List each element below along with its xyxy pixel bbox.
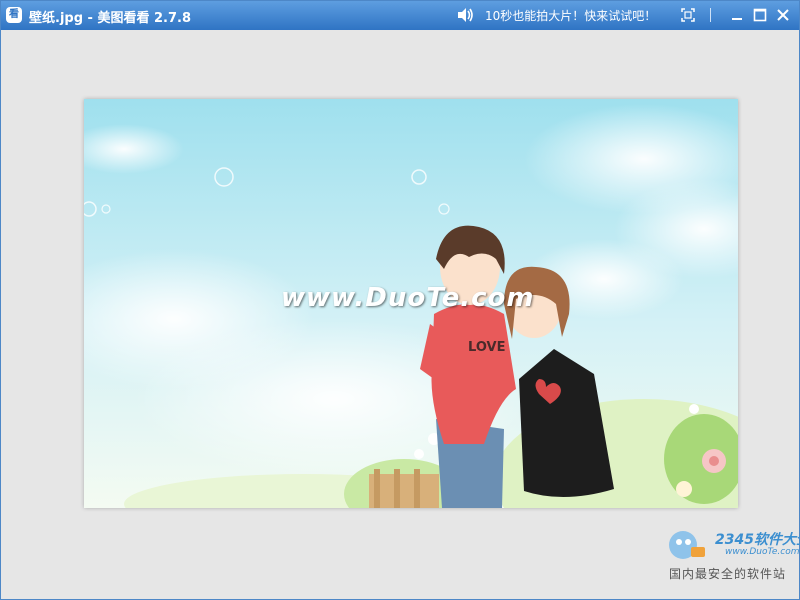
- minimize-icon[interactable]: [729, 7, 745, 23]
- brand-slogan: 国内最安全的软件站: [669, 567, 787, 581]
- speaker-icon[interactable]: [456, 6, 474, 24]
- app-icon: 看: [6, 7, 22, 23]
- maximize-icon[interactable]: [752, 7, 768, 23]
- title-separator: [710, 8, 711, 22]
- wallpaper-image[interactable]: www.DuoTe.com LOVE: [84, 99, 738, 508]
- site-logo-overlay: 2345软件大全 www.DuoTe.com 国内最安全的软件站: [659, 525, 800, 585]
- promo-link[interactable]: 10秒也能拍大片！快来试试吧！: [485, 7, 656, 24]
- fit-screen-icon[interactable]: [680, 7, 696, 23]
- window-title: 壁纸.jpg - 美图看看 2.7.8: [29, 11, 191, 26]
- close-icon[interactable]: [775, 7, 791, 23]
- title-bar[interactable]: 看 壁纸.jpg - 美图看看 2.7.8 10秒也能拍大片！快来试试吧！: [1, 1, 799, 30]
- image-watermark: www.DuoTe.com: [281, 283, 535, 313]
- app-window: 看 壁纸.jpg - 美图看看 2.7.8 10秒也能拍大片！快来试试吧！ ww…: [0, 0, 800, 600]
- mascot-icon: [669, 531, 705, 559]
- brand-url: www.DuoTe.com: [725, 547, 800, 557]
- shirt-text: LOVE: [468, 340, 506, 355]
- brand-name: 2345软件大全: [715, 532, 800, 548]
